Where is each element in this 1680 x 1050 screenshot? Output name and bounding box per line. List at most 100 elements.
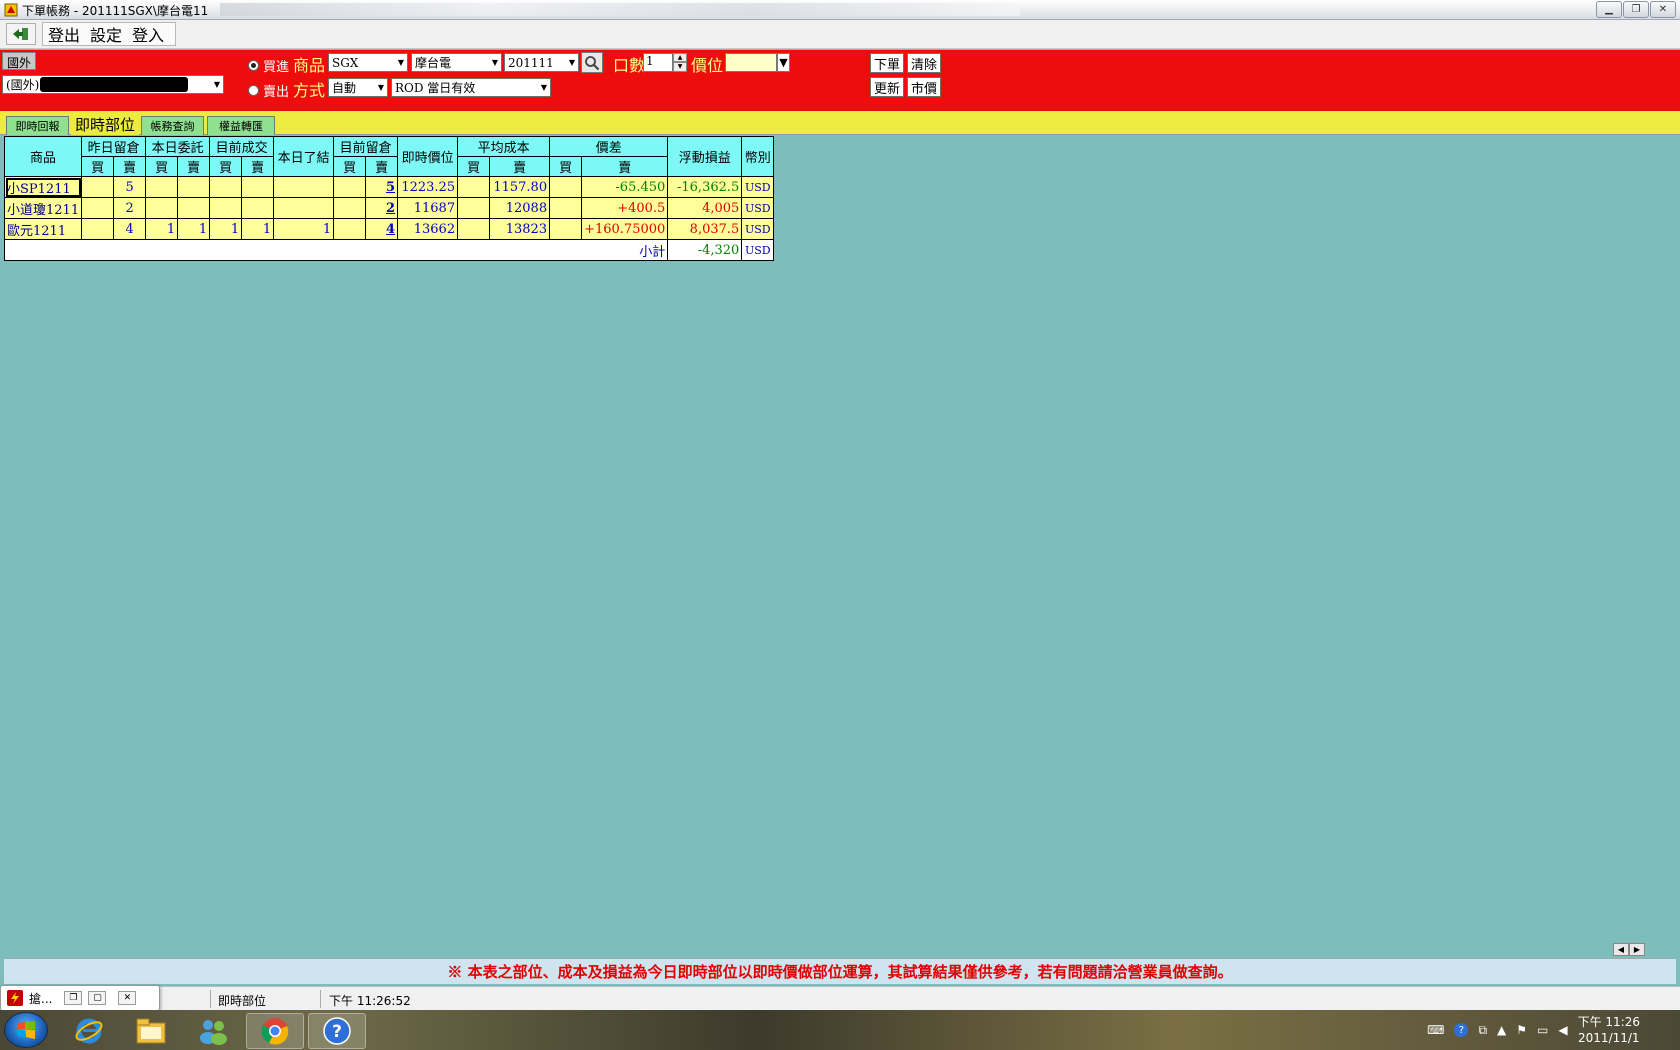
col-floating-pnl[interactable]: 浮動損益: [667, 136, 743, 177]
keyboard-icon[interactable]: ⌨: [1427, 1023, 1444, 1037]
cell-cost-sell: 1157.80: [489, 176, 551, 198]
col-sell: 賣: [241, 156, 275, 177]
tab-equity-transfer[interactable]: 權益轉匯: [207, 116, 275, 135]
minimized-window[interactable]: 搶... ❐ ▢ ✕: [0, 985, 160, 1011]
col-buy: 買: [145, 156, 179, 177]
status-separator: [320, 990, 321, 1008]
search-button[interactable]: [581, 52, 603, 73]
table-row[interactable]: 小道瓊1211 2 2 11687 12088 +400.5 4,005 USD: [3, 197, 775, 219]
windows-start-icon[interactable]: [4, 1012, 48, 1048]
cell-currency: USD: [741, 176, 775, 198]
col-current-position[interactable]: 目前留倉: [333, 136, 399, 157]
cell-fill-sell: 1: [241, 218, 275, 240]
cell-pos-sell-link[interactable]: 5: [365, 176, 399, 198]
col-today-closed[interactable]: 本日了結: [273, 136, 335, 177]
table-row[interactable]: 歐元1211 4 1 1 1 1 1 4 13662 13823 +160.75…: [3, 218, 775, 240]
cell-cost-sell: 13823: [489, 218, 551, 240]
minimize-icon[interactable]: ▁: [1596, 1, 1622, 18]
search-icon: [585, 55, 600, 70]
subtotal-row: 小計 -4,320 USD: [3, 239, 775, 261]
tab-realtime-report[interactable]: 即時回報: [6, 116, 69, 135]
close-icon[interactable]: ✕: [1650, 1, 1676, 18]
volume-icon[interactable]: ◀: [1558, 1023, 1567, 1037]
window-controls: ▁ ❐ ✕: [1596, 1, 1676, 18]
cell-order-buy: [145, 176, 179, 198]
file-explorer-icon[interactable]: [122, 1013, 180, 1049]
month-select[interactable]: 201111 ▼: [504, 53, 579, 72]
stepper-down-icon[interactable]: ▼: [673, 62, 687, 72]
restore-icon[interactable]: ❐: [1623, 1, 1649, 18]
status-separator: [210, 990, 211, 1008]
stepper-up-icon[interactable]: ▲: [673, 53, 687, 62]
market-badge[interactable]: 國外: [2, 52, 37, 70]
cell-product[interactable]: 小道瓊1211: [3, 197, 83, 219]
method-select[interactable]: 自動 ▼: [328, 78, 388, 97]
qty-label: 口數: [613, 56, 646, 75]
exit-icon[interactable]: [6, 23, 36, 45]
menu-logout[interactable]: 登出: [48, 22, 80, 46]
messenger-icon[interactable]: [184, 1013, 242, 1049]
place-order-button[interactable]: 下單: [870, 53, 905, 73]
commodity-value: 摩台電: [415, 56, 452, 70]
help-tray-icon[interactable]: ?: [1454, 1023, 1469, 1037]
tif-select[interactable]: ROD 當日有效 ▼: [391, 78, 551, 97]
taskbar: ? ⌨ ? ⧉ ▲ ⚑ ▭ ◀ 下午 11:26 2011/11/1: [0, 1010, 1680, 1050]
cell-fill-buy: 1: [209, 218, 243, 240]
menu-settings[interactable]: 設定: [90, 22, 122, 46]
cell-fill-sell: [241, 176, 275, 198]
horizontal-scroll[interactable]: ◀ ▶: [1613, 943, 1645, 956]
col-current-fills[interactable]: 目前成交: [209, 136, 275, 157]
cell-diff-buy: [549, 218, 583, 240]
sell-radio-group[interactable]: 賣出: [248, 81, 289, 100]
close-icon[interactable]: ✕: [118, 991, 137, 1005]
title-obscured-area: [220, 3, 1020, 16]
internet-explorer-icon[interactable]: [60, 1013, 118, 1049]
sell-radio[interactable]: [248, 85, 259, 96]
scroll-right-icon[interactable]: ▶: [1629, 943, 1645, 956]
price-dropdown-icon[interactable]: ▼: [777, 53, 790, 72]
show-hidden-icons[interactable]: ▲: [1497, 1023, 1506, 1037]
cell-cost-buy: [457, 176, 491, 198]
menu-login[interactable]: 登入: [132, 22, 164, 46]
table-row[interactable]: 小SP1211 5 5 1223.25 1157.80 -65.450 -16,…: [3, 176, 775, 198]
col-live-price[interactable]: 即時價位: [397, 136, 459, 177]
buy-radio[interactable]: [248, 60, 259, 71]
restore-icon[interactable]: ❐: [64, 991, 83, 1005]
flag-icon[interactable]: ⚑: [1516, 1023, 1527, 1037]
update-button[interactable]: 更新: [870, 77, 905, 97]
qty-stepper[interactable]: ▲ ▼: [673, 53, 687, 72]
title-bar: 下單帳務 - 201111SGX\摩台電11 ▁ ❐ ✕: [0, 0, 1680, 20]
clear-button[interactable]: 清除: [907, 53, 942, 73]
clock[interactable]: 下午 11:26 2011/11/1: [1578, 1014, 1640, 1046]
maximize-icon[interactable]: ▢: [88, 991, 107, 1005]
qty-input[interactable]: 1: [643, 53, 673, 72]
cell-order-buy: 1: [145, 218, 179, 240]
tab-realtime-position[interactable]: 即時部位: [71, 113, 139, 135]
cell-live-price: 1223.25: [397, 176, 459, 198]
tab-account-query[interactable]: 帳務查詢: [141, 116, 204, 135]
col-prev-position[interactable]: 昨日留倉: [81, 136, 147, 157]
cell-product[interactable]: 歐元1211: [3, 218, 83, 240]
col-price-diff[interactable]: 價差: [549, 136, 669, 157]
cell-pos-sell-link[interactable]: 4: [365, 218, 399, 240]
col-avg-cost[interactable]: 平均成本: [457, 136, 551, 157]
price-input[interactable]: [725, 53, 777, 72]
cell-product[interactable]: 小SP1211: [3, 176, 83, 198]
col-product[interactable]: 商品: [3, 136, 83, 177]
menu-group: 登出 設定 登入: [42, 22, 176, 46]
col-currency[interactable]: 幣別: [741, 136, 775, 177]
market-price-button[interactable]: 市價: [907, 77, 942, 97]
network-tray-icon[interactable]: ⧉: [1478, 1023, 1487, 1038]
method-value: 自動: [332, 81, 357, 95]
chrome-icon[interactable]: [246, 1013, 304, 1049]
scroll-left-icon[interactable]: ◀: [1613, 943, 1629, 956]
cell-pos-sell-link[interactable]: 2: [365, 197, 399, 219]
exchange-select[interactable]: SGX ▼: [328, 53, 408, 72]
status-tab-name: 即時部位: [218, 994, 267, 1008]
commodity-select[interactable]: 摩台電 ▼: [411, 53, 502, 72]
cell-cost-buy: [457, 197, 491, 219]
network-icon[interactable]: ▭: [1537, 1023, 1548, 1037]
col-today-orders[interactable]: 本日委託: [145, 136, 211, 157]
help-icon[interactable]: ?: [308, 1013, 366, 1049]
buy-radio-group[interactable]: 買進: [248, 56, 289, 75]
